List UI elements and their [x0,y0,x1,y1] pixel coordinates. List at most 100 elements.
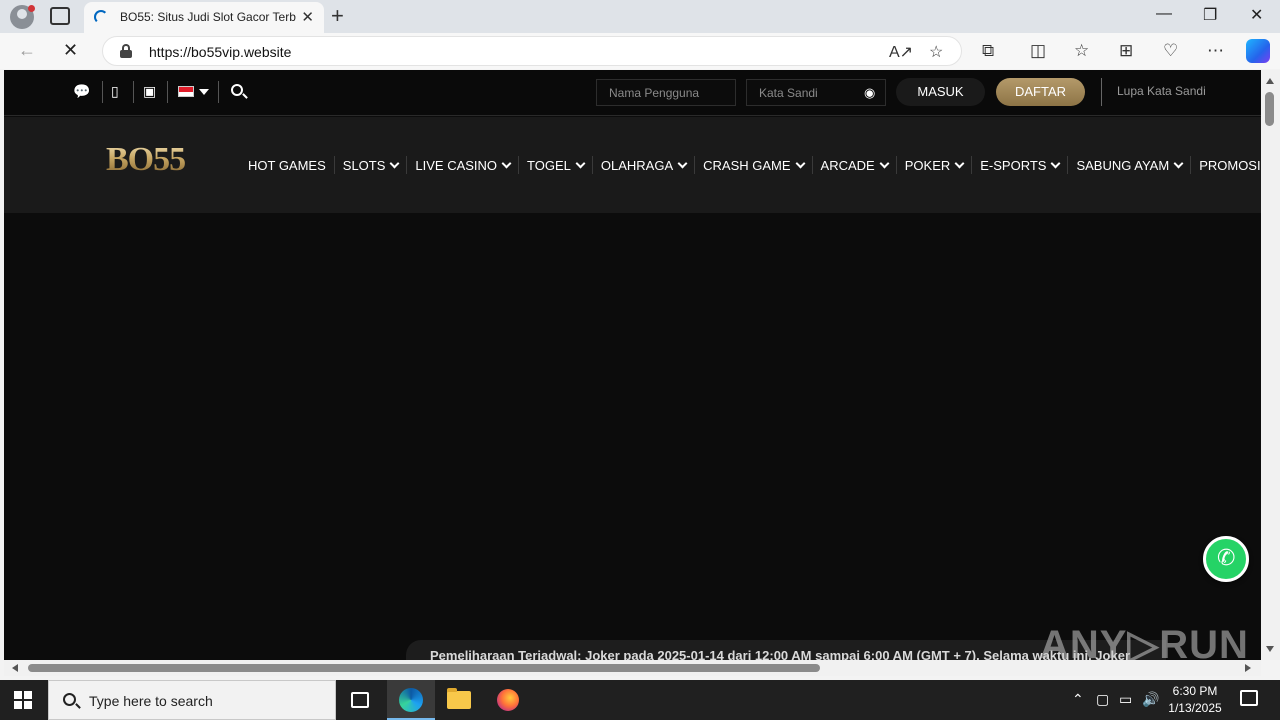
close-window-button[interactable]: ✕ [1250,5,1263,25]
stop-loading-button[interactable]: ✕ [63,40,78,61]
menu-item-label: SABUNG AYAM [1076,157,1170,173]
menu-item-slots[interactable]: SLOTS [333,156,407,174]
menu-item-live-casino[interactable]: LIVE CASINO [406,156,518,174]
scroll-left-icon[interactable] [12,664,18,672]
chevron-up-icon[interactable]: ⌃ [1072,691,1084,708]
vertical-scrollbar[interactable] [1261,70,1280,660]
favorites-icon[interactable]: ☆ [1074,41,1089,61]
network-icon[interactable]: ▭ [1119,691,1132,708]
caret-down-icon[interactable] [199,89,209,95]
chevron-down-icon [575,158,586,168]
show-password-icon[interactable]: ◉ [864,85,875,101]
tab-close-button[interactable]: ✕ [301,8,314,26]
forgot-password-link[interactable]: Lupa Kata Sandi [1117,84,1206,98]
extensions-icon[interactable]: ⧉ [982,41,994,61]
site-top-strip: 💬 ▯ ▣ ◉ MASUK DAFTAR Lupa Kata Sandi [4,70,1261,116]
back-button[interactable]: ← [18,40,36,61]
chevron-down-icon [879,158,890,168]
menu-item-label: CRASH GAME [703,157,791,173]
more-icon[interactable]: ⋯ [1207,41,1224,61]
divider [218,81,219,103]
main-content-area [4,213,1261,660]
site-main-nav: BO55 HOT GAMES SLOTS LIVE CASINO TOGEL OLAHR… [4,117,1261,213]
menu-item-olahraga[interactable]: OLAHRAGA [591,156,694,174]
omnibox[interactable]: https://bo55vip.website A↗ ☆ [102,36,962,66]
clock-time: 6:30 PM [1172,684,1218,698]
menu-item-label: LIVE CASINO [415,157,498,173]
scroll-down-icon[interactable] [1266,646,1274,652]
username-input[interactable] [596,79,736,106]
menu-item-crash-game[interactable]: CRASH GAME [694,156,811,174]
ticker-text: Pemeliharaan Terjadwal: Joker pada 2025-… [430,648,1131,660]
anyrun-watermark: ANY▷RUN [1040,623,1249,660]
menu-item-label: E-SPORTS [980,157,1047,173]
scroll-right-icon[interactable] [1245,664,1251,672]
search-icon[interactable] [231,84,243,96]
menu-item-e-sports[interactable]: E-SPORTS [971,156,1067,174]
device-icon[interactable]: ▢ [1096,691,1109,708]
android-icon[interactable]: ▣ [143,83,156,100]
menu-item-label: TOGEL [527,157,571,173]
indonesia-flag-icon[interactable] [178,86,194,97]
whatsapp-icon[interactable] [1203,536,1249,582]
favorite-star-icon[interactable]: ☆ [929,42,943,62]
menu-item-hot-games[interactable]: HOT GAMES [244,156,334,174]
firefox-icon [497,689,519,711]
browser-essentials-icon[interactable]: ♡ [1163,41,1178,61]
notification-icon[interactable] [1240,690,1258,706]
menu-item-label: SLOTS [342,157,386,173]
url-text[interactable]: https://bo55vip.website [149,44,291,60]
browser-tab-active[interactable]: BO55: Situs Judi Slot Gacor Terbu ✕ [84,2,324,33]
browser-address-bar: ← ✕ https://bo55vip.website A↗ ☆ ⧉ ◫ ☆ ⊞… [0,33,1280,69]
chevron-down-icon [954,158,965,168]
menu-item-sabung-ayam[interactable]: SABUNG AYAM [1067,156,1190,174]
page-viewport: 💬 ▯ ▣ ◉ MASUK DAFTAR Lupa Kata Sandi BO5… [4,70,1261,660]
site-logo[interactable]: BO55 [106,141,186,179]
task-view-icon [351,692,369,708]
search-icon [63,693,76,706]
read-aloud-icon[interactable]: A↗ [889,42,913,62]
menu-item-poker[interactable]: POKER [895,156,972,174]
tab-actions-icon[interactable] [50,7,70,25]
task-view-button[interactable] [336,680,384,720]
register-button[interactable]: DAFTAR [996,78,1085,106]
restore-button[interactable]: ❐ [1203,5,1217,25]
lock-icon[interactable] [120,44,132,58]
taskbar-clock[interactable]: 6:30 PM 1/13/2025 [1165,683,1225,717]
divider [133,81,134,103]
browser-tab-bar: BO55: Situs Judi Slot Gacor Terbu ✕ + — … [0,0,1280,33]
menu-item-promosi[interactable]: PROMOSI [1190,156,1261,174]
taskbar-search-box[interactable]: Type here to search [48,680,336,720]
scroll-thumb[interactable] [28,664,820,672]
scroll-up-icon[interactable] [1266,78,1274,84]
volume-icon[interactable]: 🔊 [1142,691,1159,708]
collections-icon[interactable]: ⊞ [1119,41,1133,61]
chevron-down-icon [677,158,688,168]
menu-item-arcade[interactable]: ARCADE [811,156,896,174]
live-chat-icon[interactable]: 💬 [73,83,90,100]
menu-item-label: POKER [904,157,951,173]
minimize-button[interactable]: — [1156,5,1172,23]
windows-start-icon[interactable] [14,691,32,709]
taskbar-file-explorer[interactable] [435,680,483,720]
copilot-icon[interactable] [1246,39,1270,63]
divider [167,81,168,103]
chevron-down-icon [795,158,805,168]
split-screen-icon[interactable]: ◫ [1030,41,1046,61]
menu-item-togel[interactable]: TOGEL [518,156,592,174]
scroll-thumb[interactable] [1265,92,1274,126]
chevron-down-icon [1051,158,1061,168]
menu-item-label: ARCADE [820,157,875,173]
taskbar-search-placeholder: Type here to search [89,693,213,709]
chevron-down-icon [389,158,400,168]
profile-notification-dot [28,5,35,12]
taskbar-edge[interactable] [387,680,435,720]
mobile-icon[interactable]: ▯ [111,83,119,100]
horizontal-scrollbar[interactable] [4,660,1261,676]
taskbar-firefox[interactable] [484,680,532,720]
login-button[interactable]: MASUK [896,78,985,106]
new-tab-button[interactable]: + [331,3,344,29]
edge-icon [399,688,423,712]
windows-taskbar: Type here to search ⌃ ▢ ▭ 🔊 6:30 PM 1/13… [0,680,1280,720]
chevron-down-icon [501,158,512,168]
